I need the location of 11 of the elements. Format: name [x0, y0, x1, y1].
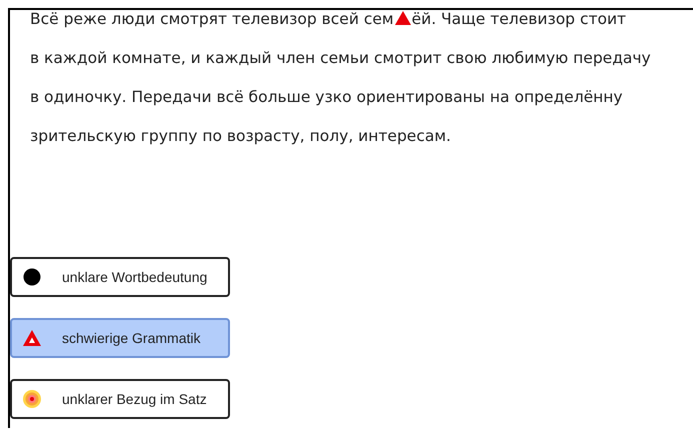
dot-icon: [22, 267, 42, 287]
legend-button[interactable]: schwierige Grammatik: [10, 318, 230, 358]
legend-button[interactable]: unklare Wortbedeutung: [10, 257, 230, 297]
paragraph-text: Всё реже люди смотрят телевизор всей сем: [30, 10, 394, 28]
target-icon: [22, 389, 42, 409]
warning-triangle-icon: [22, 328, 42, 348]
legend-button[interactable]: unklarer Bezug im Satz: [10, 379, 230, 419]
paragraph-text: ёй. Чаще телевизор стоит: [412, 10, 626, 28]
paragraph-text: в каждой комнате, и каждый член семьи смотрит свою любимую передачу: [30, 49, 651, 67]
paragraph-text: зрительскую группу по возрасту, полу, интересам.: [30, 127, 451, 145]
paragraph-text: в одиночку. Передачи всё больше узко ориентированы на определённу: [30, 88, 623, 106]
